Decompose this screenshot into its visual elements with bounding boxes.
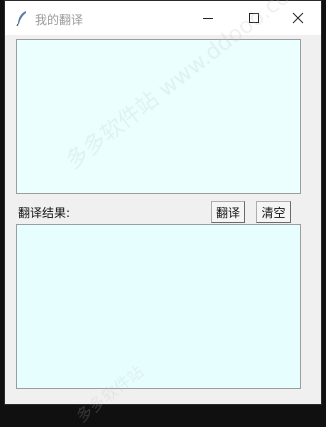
maximize-button[interactable] (231, 1, 277, 35)
title-bar[interactable]: 我的翻译 (5, 1, 321, 35)
result-label: 翻译结果: (18, 206, 71, 220)
app-window: 我的翻译 翻译结果: 翻译 清空 (4, 0, 322, 405)
feather-icon (16, 11, 26, 26)
translate-button[interactable]: 翻译 (211, 201, 245, 223)
minimize-icon (203, 18, 213, 19)
clear-button[interactable]: 清空 (256, 201, 291, 223)
source-text-input[interactable] (16, 39, 301, 194)
close-button[interactable] (275, 1, 321, 35)
minimize-button[interactable] (185, 1, 231, 35)
maximize-icon (249, 13, 259, 23)
close-icon (292, 12, 304, 24)
result-text-output[interactable] (16, 224, 301, 389)
window-title: 我的翻译 (35, 13, 84, 27)
